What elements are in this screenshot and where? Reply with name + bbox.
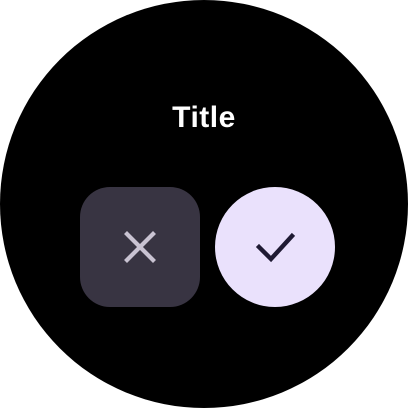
- dialog-title: Title: [172, 101, 236, 134]
- cancel-button[interactable]: [80, 187, 200, 307]
- screen: Title: [0, 0, 408, 408]
- check-icon: [245, 217, 305, 277]
- round-watch-display: Title: [0, 0, 408, 408]
- confirm-button[interactable]: [215, 187, 335, 307]
- close-icon: [110, 217, 170, 277]
